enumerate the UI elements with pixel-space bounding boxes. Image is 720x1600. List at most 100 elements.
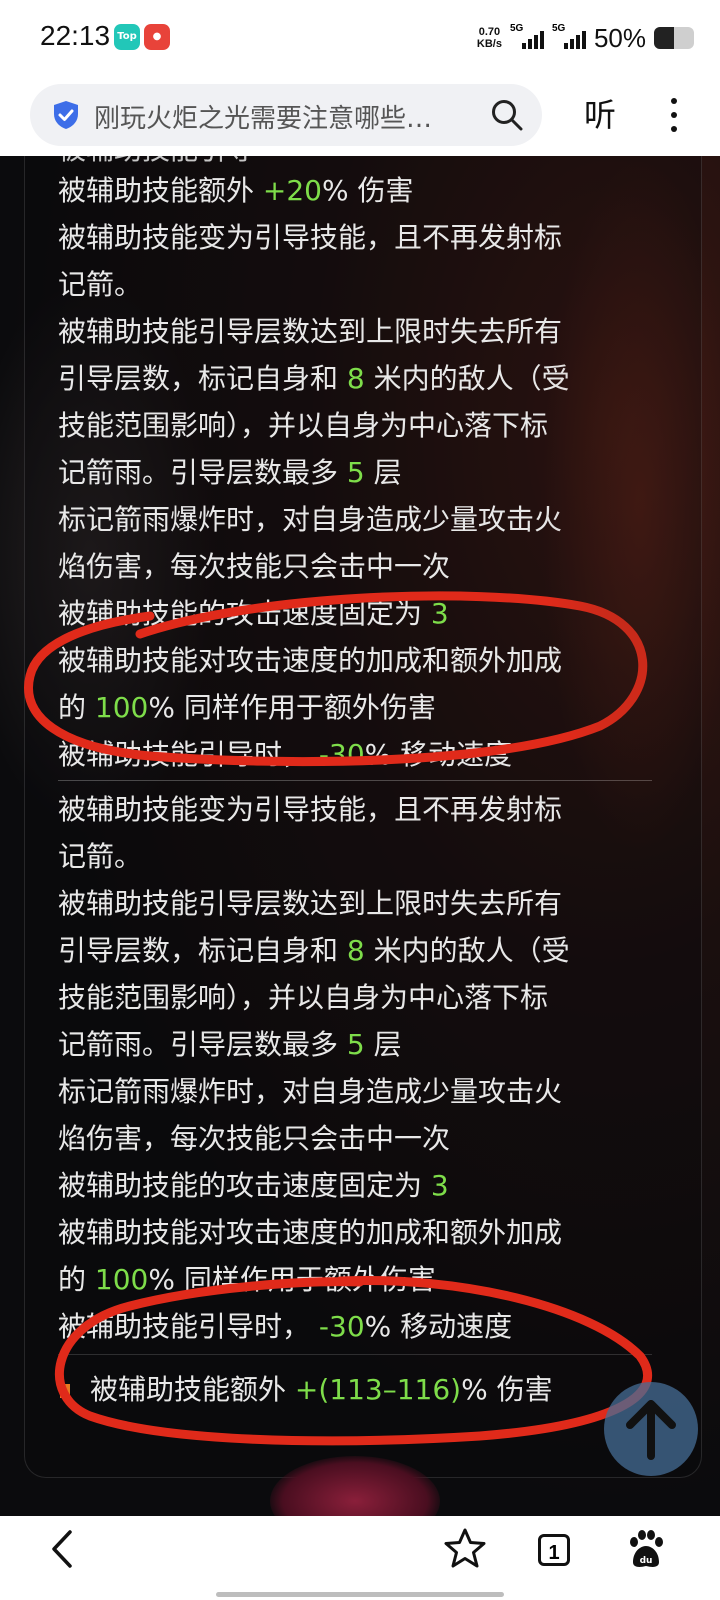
battery-percentage: 50% (593, 22, 646, 53)
chevron-left-icon (52, 1530, 72, 1568)
baidu-button[interactable]: du (620, 1524, 670, 1574)
line-text: 被辅助技能引导层数达到上限时失去所有 (58, 887, 563, 920)
line-text: 被辅助技能引导时， (58, 738, 319, 771)
bullet-icon (60, 1384, 70, 1398)
description-line: 被辅助技能引导层数达到上限时失去所有 (58, 880, 658, 927)
signal-label: 5G (509, 23, 524, 34)
top-app-icon: Top (114, 24, 140, 50)
svg-text:du: du (640, 1556, 653, 1566)
description-line: 记箭雨。引导层数最多 5 层 (58, 1021, 658, 1068)
shield-icon (54, 101, 78, 129)
tab-count: 1 (538, 1534, 570, 1566)
description-line: 引导层数，标记自身和 8 米内的敌人（受 (58, 355, 658, 402)
line-text: 记箭。 (58, 840, 143, 873)
line-text: 被辅助技能对攻击速度的加成和额外加成 (58, 1216, 563, 1249)
description-line: 技能范围影响），并以自身为中心落下标 (58, 974, 658, 1021)
highlight-value: 3 (430, 597, 449, 630)
network-speed-value: 0.70 (478, 26, 501, 38)
listen-button[interactable]: 听 (584, 90, 616, 136)
line-text: 引导层数，标记自身和 (58, 362, 347, 395)
highlight-value: 5 (346, 456, 365, 489)
status-indicators: 0.70 KB/s 5G 5G 50% (477, 22, 694, 54)
home-indicator[interactable] (216, 1592, 504, 1597)
skill-description-1: 被辅助技能额外 +20% 伤害 被辅助技能变为引导技能，且不再发射标 记箭。 被辅助技… (58, 167, 658, 778)
description-line: 被辅助技能对攻击速度的加成和额外加成 (58, 1209, 658, 1256)
line-text: 的 (58, 691, 95, 724)
affix-value: +(113–116) (294, 1373, 462, 1406)
line-text: 层 (364, 456, 402, 489)
line-text: % 同样作用于额外伤害 (148, 691, 436, 724)
line-text: % 移动速度 (364, 738, 513, 771)
line-text: 被辅助技能变为引导技能，且不再发射标 (58, 793, 563, 826)
search-query[interactable]: 刚玩火炬之光需要注意哪些… (94, 98, 474, 135)
highlight-value: 100 (94, 1263, 149, 1296)
line-text: 被辅助技能引导时， (58, 1310, 319, 1343)
description-line: 的 100% 同样作用于额外伤害 (58, 684, 658, 731)
description-line: 被辅助技能的攻击速度固定为 3 (58, 590, 658, 637)
favorite-button[interactable] (440, 1524, 490, 1574)
highlight-value: 8 (346, 934, 365, 967)
highlight-value: 8 (346, 362, 365, 395)
highlight-value: +20 (262, 174, 322, 207)
description-line: 记箭。 (58, 833, 658, 880)
skill-description-2: 被辅助技能变为引导技能，且不再发射标 记箭。 被辅助技能引导层数达到上限时失去所有引… (58, 786, 658, 1350)
game-app-icon: ● (144, 24, 170, 50)
description-line: 引导层数，标记自身和 8 米内的敌人（受 (58, 927, 658, 974)
highlight-value: 3 (430, 1169, 449, 1202)
line-text: 被辅助技能的攻击速度固定为 (58, 1169, 431, 1202)
line-text: 技能范围影响），并以自身为中心落下标 (58, 981, 549, 1014)
line-text: 焰伤害，每次技能只会击中一次 (58, 1122, 451, 1155)
line-text: 被辅助技能的攻击速度固定为 (58, 597, 431, 630)
description-line: 记箭雨。引导层数最多 5 层 (58, 449, 658, 496)
network-speed: 0.70 KB/s (477, 26, 502, 50)
line-text: % 移动速度 (364, 1310, 513, 1343)
tabs-button[interactable]: 1 (530, 1524, 580, 1574)
description-line: 焰伤害，每次技能只会击中一次 (58, 543, 658, 590)
search-box[interactable]: 刚玩火炬之光需要注意哪些… (30, 84, 542, 146)
line-text: 标记箭雨爆炸时，对自身造成少量攻击火 (58, 1075, 563, 1108)
description-line: 被辅助技能的攻击速度固定为 3 (58, 1162, 658, 1209)
signal-icon: 5G (509, 23, 544, 51)
bottom-navigation: 1 du (0, 1516, 720, 1600)
line-text: 被辅助技能变为引导技能，且不再发射标 (58, 221, 563, 254)
signal-icon-2: 5G (551, 23, 586, 51)
article-content: 被辅助技能引导 被辅助技能额外 +20% 伤害被辅助技能变为引导技能，且不再发射… (0, 156, 720, 1516)
back-button[interactable] (38, 1524, 88, 1574)
description-line: 被辅助技能变为引导技能，且不再发射标 (58, 786, 658, 833)
line-text: 被辅助技能对攻击速度的加成和额外加成 (58, 644, 563, 677)
affix-prefix: 被辅助技能额外 (90, 1373, 295, 1406)
description-line: 被辅助技能引导层数达到上限时失去所有 (58, 308, 658, 355)
line-text: % 伤害 (322, 174, 414, 207)
affix-divider (58, 1354, 652, 1355)
description-line: 记箭。 (58, 261, 658, 308)
arrow-up-icon (626, 1400, 676, 1460)
description-line: 被辅助技能对攻击速度的加成和额外加成 (58, 637, 658, 684)
line-text: 记箭雨。引导层数最多 (58, 1028, 347, 1061)
description-line: 被辅助技能变为引导技能，且不再发射标 (58, 214, 658, 261)
more-menu-icon[interactable] (668, 98, 680, 138)
highlight-value: -30 (318, 1310, 365, 1343)
scroll-to-top-button[interactable] (604, 1382, 698, 1476)
highlight-value: -30 (318, 738, 365, 771)
line-text: 层 (364, 1028, 402, 1061)
search-icon[interactable] (490, 98, 524, 132)
description-line: 技能范围影响），并以自身为中心落下标 (58, 402, 658, 449)
section-divider (58, 780, 652, 781)
line-text: 被辅助技能引导层数达到上限时失去所有 (58, 315, 563, 348)
network-speed-unit: KB/s (476, 38, 502, 50)
line-text: 引导层数，标记自身和 (58, 934, 347, 967)
description-line: 标记箭雨爆炸时，对自身造成少量攻击火 (58, 496, 658, 543)
description-line: 被辅助技能引导时， -30% 移动速度 (58, 731, 658, 778)
line-text: 焰伤害，每次技能只会击中一次 (58, 550, 451, 583)
highlight-value: 100 (94, 691, 149, 724)
line-text: 米内的敌人（受 (364, 934, 570, 967)
line-text: 记箭。 (58, 268, 143, 301)
clock: 22:13 (40, 20, 111, 51)
line-text: 被辅助技能额外 (58, 174, 263, 207)
signal-label-2: 5G (551, 23, 566, 34)
description-line: 被辅助技能额外 +20% 伤害 (58, 167, 658, 214)
line-text: 记箭雨。引导层数最多 (58, 456, 347, 489)
line-text: 技能范围影响），并以自身为中心落下标 (58, 409, 549, 442)
highlight-value: 5 (346, 1028, 365, 1061)
status-bar: 22:13 Top ● 0.70 KB/s 5G 5G 50% (0, 0, 720, 78)
